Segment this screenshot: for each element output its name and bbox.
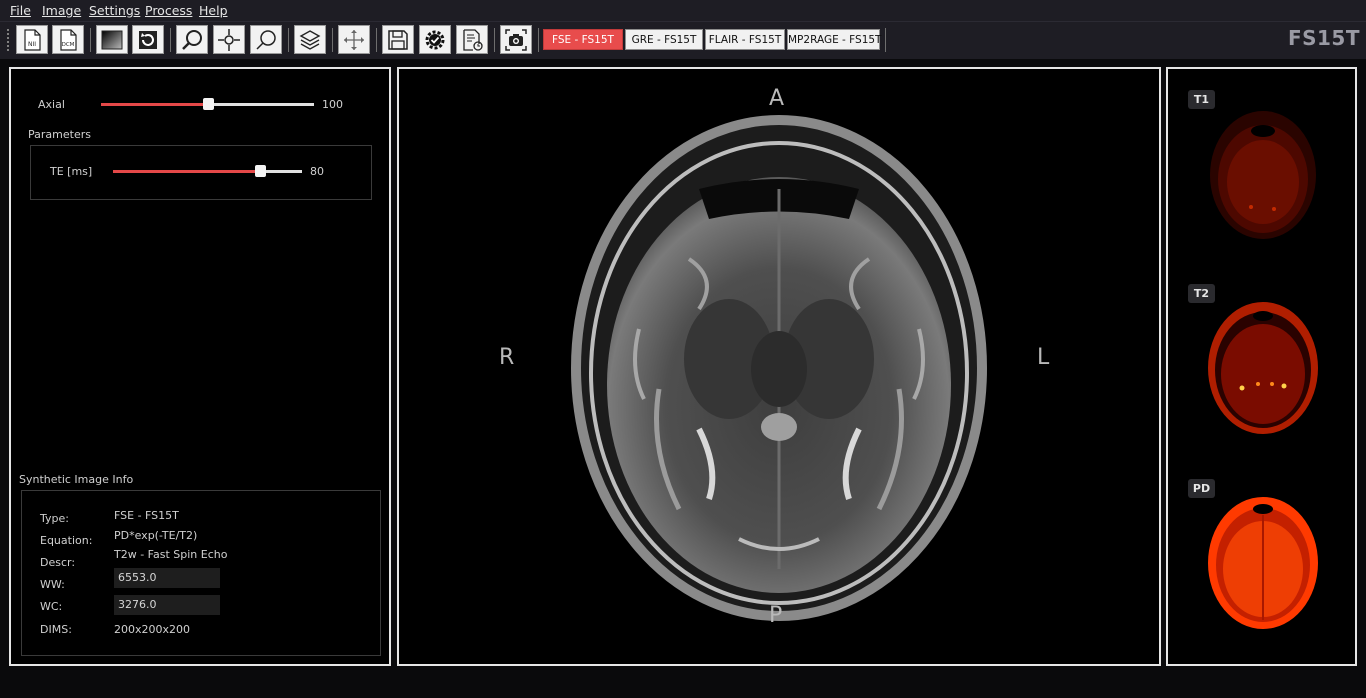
zoom-in-icon <box>182 29 202 50</box>
toolbar-separator <box>885 28 886 52</box>
axial-slider[interactable] <box>101 98 314 110</box>
te-slider-fill <box>113 170 261 173</box>
equation-label: Equation: <box>40 534 93 547</box>
toolbar-separator <box>494 28 495 52</box>
zoom-out-icon <box>256 29 276 50</box>
toolbar-separator <box>90 28 91 52</box>
ww-label: WW: <box>40 578 65 591</box>
screenshot-button[interactable] <box>500 25 532 54</box>
te-slider[interactable] <box>113 165 302 177</box>
toolbar-separator <box>170 28 171 52</box>
menu-process[interactable]: Process <box>145 3 192 18</box>
window-level-button[interactable] <box>96 25 128 54</box>
crosshair-icon <box>218 28 240 51</box>
image-viewer[interactable]: A P R L <box>397 67 1161 666</box>
orientation-left: L <box>1037 345 1050 370</box>
equation-value: PD*exp(-TE/T2) <box>114 529 198 542</box>
settings-check-icon <box>425 30 445 49</box>
descr-label: Descr: <box>40 556 76 569</box>
menu-file[interactable]: File <box>10 3 31 18</box>
wc-field[interactable]: 3276.0 <box>114 595 220 615</box>
menu-image[interactable]: Image <box>42 3 81 18</box>
layers-icon <box>299 29 321 50</box>
info-title: Synthetic Image Info <box>19 473 134 486</box>
sequence-button-flair[interactable]: FLAIR - FS15T <box>705 29 785 50</box>
nii-label: NII <box>28 41 36 48</box>
layers-button[interactable] <box>294 25 326 54</box>
orientation-posterior: P <box>769 603 783 628</box>
axial-value: 100 <box>322 98 343 111</box>
crosshair-button[interactable] <box>213 25 245 54</box>
save-button[interactable] <box>382 25 414 54</box>
dims-label: DIMS: <box>40 623 72 636</box>
axial-slider-handle[interactable] <box>202 98 214 110</box>
sequence-button-gre[interactable]: GRE - FS15T <box>625 29 703 50</box>
zoom-in-button[interactable] <box>176 25 208 54</box>
toolbar-separator <box>332 28 333 52</box>
settings-check-button[interactable] <box>419 25 451 54</box>
open-dicom-button[interactable]: DCM <box>52 25 84 54</box>
menu-bar: File Image Settings Process Help <box>0 0 1366 21</box>
pan-move-icon <box>344 29 364 50</box>
save-icon <box>388 29 408 50</box>
zoom-out-button[interactable] <box>250 25 282 54</box>
t2-map-thumbnail[interactable] <box>1206 300 1320 436</box>
descr-value: T2w - Fast Spin Echo <box>114 548 228 561</box>
dcm-label: DCM <box>62 42 75 48</box>
info-group: Type: FSE - FS15T Equation: PD*exp(-TE/T… <box>21 490 381 656</box>
parameters-group: TE [ms] 80 <box>30 145 372 200</box>
toolbar-separator <box>376 28 377 52</box>
parameter-maps-panel: T1 T2 PD <box>1166 67 1357 666</box>
menu-help[interactable]: Help <box>199 3 228 18</box>
rotate-button[interactable] <box>132 25 164 54</box>
ww-field[interactable]: 6553.0 <box>114 568 220 588</box>
te-value: 80 <box>310 165 324 178</box>
report-button[interactable] <box>456 25 488 54</box>
pd-map-thumbnail[interactable] <box>1206 495 1320 631</box>
screenshot-camera-icon <box>505 28 527 51</box>
sequence-button-mp2rage[interactable]: MP2RAGE - FS15T <box>787 29 881 50</box>
nifti-file-icon: NII <box>24 28 41 51</box>
pan-move-button[interactable] <box>338 25 370 54</box>
rotate-icon <box>139 30 157 49</box>
toolbar: NII DCM FSE - FS15T GRE - FS15T FLAIR - … <box>0 21 1366 59</box>
parameters-title: Parameters <box>28 128 91 141</box>
toolbar-grip[interactable] <box>6 28 10 52</box>
sequence-button-fse[interactable]: FSE - FS15T <box>543 29 623 50</box>
app-title: FS15T <box>1287 26 1360 50</box>
menu-settings[interactable]: Settings <box>89 3 140 18</box>
toolbar-separator <box>288 28 289 52</box>
control-panel: Axial 100 Parameters TE [ms] 80 Syntheti… <box>9 67 391 666</box>
window-level-icon <box>101 30 123 49</box>
t1-map-thumbnail[interactable] <box>1206 107 1320 243</box>
wc-label: WC: <box>40 600 63 613</box>
toolbar-separator <box>538 28 539 52</box>
te-slider-handle[interactable] <box>255 165 267 177</box>
type-label: Type: <box>40 512 69 525</box>
axial-slider-fill <box>101 103 208 106</box>
te-label: TE [ms] <box>50 165 93 178</box>
orientation-right: R <box>499 345 515 370</box>
dims-value: 200x200x200 <box>114 623 191 636</box>
axial-label: Axial <box>38 98 65 111</box>
orientation-anterior: A <box>769 86 785 111</box>
dicom-file-icon: DCM <box>60 28 77 51</box>
open-nifti-button[interactable]: NII <box>16 25 48 54</box>
report-icon <box>463 28 483 51</box>
type-value: FSE - FS15T <box>114 509 179 522</box>
